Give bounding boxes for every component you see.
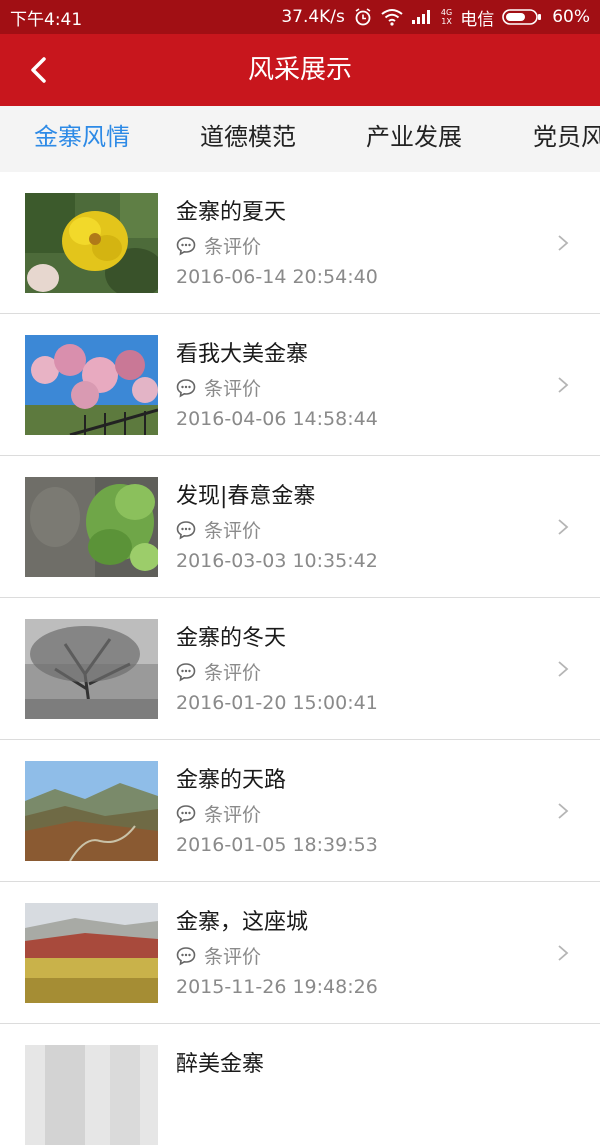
comment-icon — [176, 378, 196, 398]
tab-chanye-fazhan[interactable]: 产业发展 — [366, 106, 462, 172]
tab-dangyuan-fengcai[interactable]: 党员风采 — [533, 106, 600, 172]
comment-count: 条评价 — [176, 232, 261, 259]
comment-count: 条评价 — [176, 516, 261, 543]
article-date: 2016-06-14 20:54:40 — [176, 266, 378, 288]
comment-icon — [176, 946, 196, 966]
chevron-right-icon — [558, 519, 569, 535]
list-item[interactable]: 醉美金寨 — [0, 1024, 600, 1145]
article-thumbnail — [25, 903, 158, 1003]
article-date: 2016-01-05 18:39:53 — [176, 834, 378, 856]
chevron-right-icon — [558, 235, 569, 251]
article-thumbnail — [25, 477, 158, 577]
article-title: 金寨的冬天 — [176, 626, 287, 651]
chevron-right-icon — [558, 945, 569, 961]
article-thumbnail — [25, 335, 158, 435]
list-item[interactable]: 金寨的天路 条评价 2016-01-05 18:39:53 — [0, 740, 600, 882]
comment-label: 条评价 — [204, 520, 262, 542]
article-title: 金寨的天路 — [176, 768, 287, 793]
status-time: 下午4:41 — [10, 9, 83, 30]
comment-icon — [176, 804, 196, 824]
list-item[interactable]: 发现|春意金寨 条评价 2016-03-03 10:35:42 — [0, 456, 600, 598]
page-title: 风采展示 — [247, 55, 352, 85]
article-date: 2015-11-26 19:48:26 — [176, 976, 378, 998]
status-bar: 下午4:41 37.4K/s 4G 1X 电信 60% — [0, 0, 600, 34]
list-item[interactable]: 金寨的冬天 条评价 2016-01-20 15:00:41 — [0, 598, 600, 740]
article-date: 2016-01-20 15:00:41 — [176, 692, 378, 714]
app-header: 风采展示 — [0, 34, 600, 106]
article-title: 看我大美金寨 — [176, 342, 309, 367]
comment-label: 条评价 — [204, 804, 262, 826]
comment-count: 条评价 — [176, 942, 261, 969]
article-thumbnail — [25, 193, 158, 293]
comment-count: 条评价 — [176, 800, 261, 827]
article-title: 金寨，这座城 — [176, 910, 309, 935]
tab-jinzhai-fengqing[interactable]: 金寨风情 — [34, 106, 130, 172]
comment-icon — [176, 236, 196, 256]
article-date: 2016-04-06 14:58:44 — [176, 408, 378, 430]
article-date: 2016-03-03 10:35:42 — [176, 550, 378, 572]
comment-label: 条评价 — [204, 946, 262, 968]
comment-icon — [176, 662, 196, 682]
battery-percent: 60% — [552, 7, 590, 27]
article-thumbnail — [25, 761, 158, 861]
comment-label: 条评价 — [204, 378, 262, 400]
list-item[interactable]: 金寨的夏天 条评价 2016-06-14 20:54:40 — [0, 172, 600, 314]
network-type-icon: 4G 1X — [440, 8, 453, 26]
comment-label: 条评价 — [204, 662, 262, 684]
chevron-right-icon — [558, 803, 569, 819]
list-item[interactable]: 看我大美金寨 条评价 2016-04-06 14:58:44 — [0, 314, 600, 456]
list-item[interactable]: 金寨，这座城 条评价 2015-11-26 19:48:26 — [0, 882, 600, 1024]
article-list: 金寨的夏天 条评价 2016-06-14 20:54:40 看我大美金寨 条评价… — [0, 172, 600, 1145]
network-speed: 37.4K/s — [281, 7, 345, 27]
alarm-icon — [353, 7, 373, 27]
chevron-right-icon — [558, 377, 569, 393]
comment-count: 条评价 — [176, 374, 261, 401]
article-title: 金寨的夏天 — [176, 200, 287, 225]
signal-icon — [411, 9, 433, 25]
tab-daode-mofan[interactable]: 道德模范 — [200, 106, 296, 172]
article-title: 发现|春意金寨 — [176, 484, 316, 509]
wifi-icon — [381, 8, 403, 26]
article-title: 醉美金寨 — [176, 1052, 265, 1077]
comment-icon — [176, 520, 196, 540]
chevron-right-icon — [558, 661, 569, 677]
status-icons: 37.4K/s 4G 1X 电信 60% — [281, 5, 590, 30]
article-thumbnail — [25, 1045, 158, 1145]
article-thumbnail — [25, 619, 158, 719]
category-tabs: 金寨风情 道德模范 产业发展 党员风采 — [0, 106, 600, 172]
comment-count: 条评价 — [176, 658, 261, 685]
comment-label: 条评价 — [204, 236, 262, 258]
carrier-name: 电信 — [460, 9, 495, 30]
battery-icon — [502, 8, 542, 26]
